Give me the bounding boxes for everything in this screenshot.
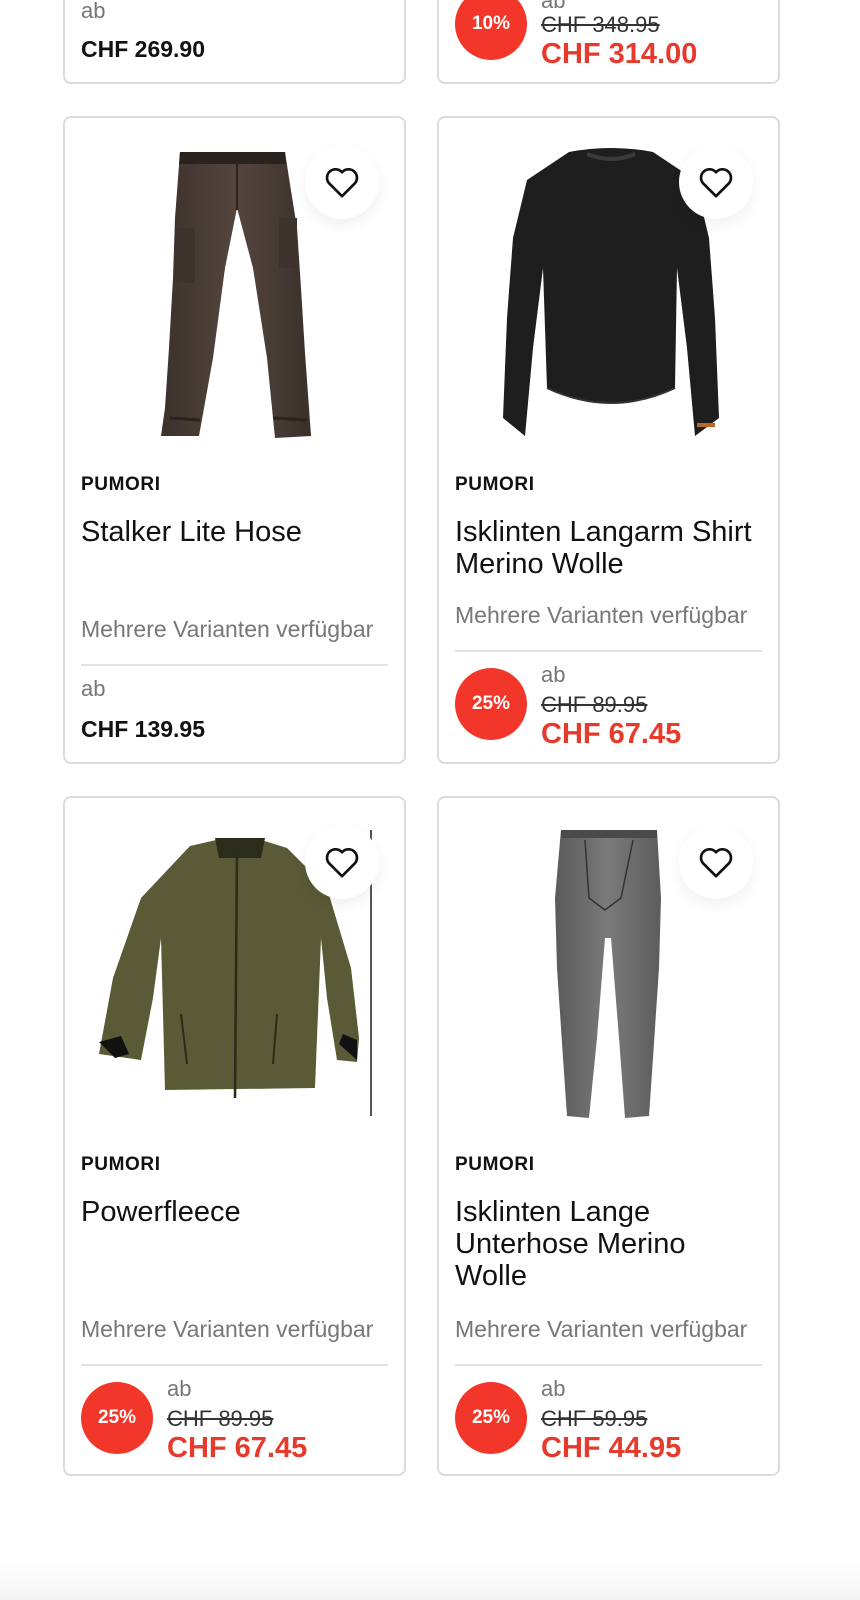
product-card[interactable]: PUMORI Isklinten Langarm Shirt Merino Wo… xyxy=(437,116,780,764)
page-footer-edge xyxy=(0,1560,860,1600)
product-card[interactable]: 10% ab CHF 348.95 CHF 314.00 xyxy=(437,0,780,84)
sale-price: CHF 314.00 xyxy=(541,38,698,70)
variants-info: Mehrere Varianten verfügbar xyxy=(455,1316,748,1342)
product-card[interactable]: ab CHF 269.90 xyxy=(63,0,406,84)
product-brand: PUMORI xyxy=(81,474,161,495)
price-prefix: ab xyxy=(167,1376,192,1401)
divider xyxy=(455,1364,762,1366)
divider xyxy=(455,650,762,652)
heart-icon xyxy=(325,847,359,878)
product-title[interactable]: Isklinten Langarm Shirt Merino Wolle xyxy=(455,516,764,580)
wishlist-button[interactable] xyxy=(305,145,379,219)
price-prefix: ab xyxy=(541,1376,566,1401)
heart-icon xyxy=(699,167,733,198)
product-brand: PUMORI xyxy=(455,1154,535,1175)
price: CHF 139.95 xyxy=(81,716,206,742)
discount-badge: 25% xyxy=(455,668,527,740)
product-card[interactable]: PUMORI Isklinten Lange Unterhose Merino … xyxy=(437,796,780,1476)
product-card[interactable]: PUMORI Stalker Lite Hose Mehrere Variant… xyxy=(63,116,406,764)
product-card[interactable]: PUMORI Powerfleece Mehrere Varianten ver… xyxy=(63,796,406,1476)
sale-price: CHF 67.45 xyxy=(167,1432,308,1464)
old-price: CHF 348.95 xyxy=(541,12,660,37)
price-prefix: ab xyxy=(541,662,566,687)
product-brand: PUMORI xyxy=(455,474,535,495)
product-title[interactable]: Isklinten Lange Unterhose Merino Wolle xyxy=(455,1196,708,1292)
old-price: CHF 89.95 xyxy=(541,692,648,717)
price-prefix: ab xyxy=(81,0,106,23)
heart-icon xyxy=(699,847,733,878)
old-price: CHF 89.95 xyxy=(167,1406,274,1431)
discount-badge: 25% xyxy=(455,1382,527,1454)
variants-info: Mehrere Varianten verfügbar xyxy=(455,602,748,628)
divider xyxy=(81,664,388,666)
sale-price: CHF 44.95 xyxy=(541,1432,682,1464)
price-prefix: ab xyxy=(81,676,106,701)
product-title[interactable]: Stalker Lite Hose xyxy=(81,516,390,548)
wishlist-button[interactable] xyxy=(305,825,379,899)
wishlist-button[interactable] xyxy=(679,145,753,219)
product-grid-page: ab CHF 269.90 10% ab CHF 348.95 CHF 314.… xyxy=(0,0,860,1600)
variants-info: Mehrere Varianten verfügbar xyxy=(81,1316,374,1342)
price: CHF 269.90 xyxy=(81,36,206,62)
discount-badge: 10% xyxy=(455,0,527,60)
divider xyxy=(81,1364,388,1366)
product-title[interactable]: Powerfleece xyxy=(81,1196,390,1228)
discount-badge: 25% xyxy=(81,1382,153,1454)
variants-info: Mehrere Varianten verfügbar xyxy=(81,616,374,642)
product-brand: PUMORI xyxy=(81,1154,161,1175)
heart-icon xyxy=(325,167,359,198)
wishlist-button[interactable] xyxy=(679,825,753,899)
sale-price: CHF 67.45 xyxy=(541,718,682,750)
old-price: CHF 59.95 xyxy=(541,1406,648,1431)
